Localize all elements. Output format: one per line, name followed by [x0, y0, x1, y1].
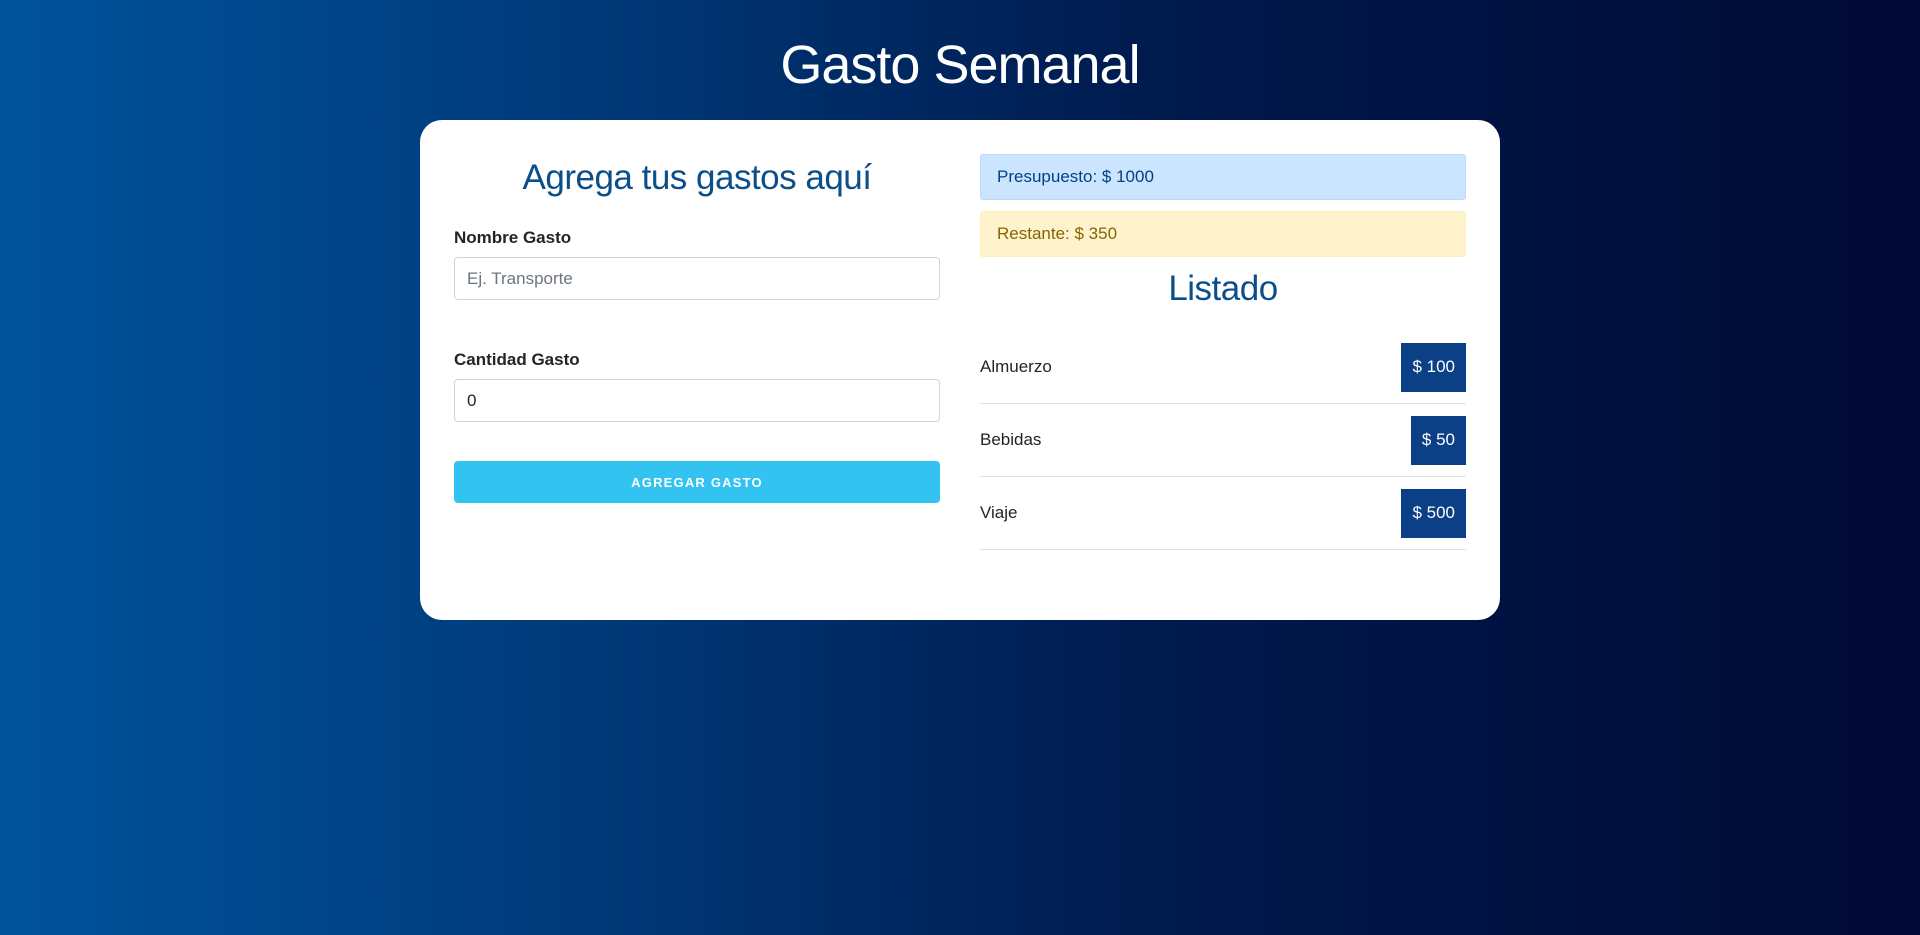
summary-column: Presupuesto: $ 1000 Restante: $ 350 List… — [980, 154, 1466, 620]
expense-item-name: Bebidas — [980, 430, 1042, 449]
list-item: Almuerzo $ 100 — [980, 331, 1466, 404]
budget-amount: $ 1000 — [1101, 167, 1154, 186]
budget-label: Presupuesto: — [997, 167, 1098, 186]
list-item: Bebidas $ 50 — [980, 404, 1466, 477]
list-heading: Listado — [1168, 269, 1278, 308]
remaining-amount: $ 350 — [1074, 224, 1118, 243]
amount-field-group: Cantidad Gasto — [454, 350, 940, 422]
list-item: Viaje $ 500 — [980, 477, 1466, 550]
expense-name-input[interactable] — [454, 257, 940, 300]
expense-form: Agrega tus gastos aquí Nombre Gasto Cant… — [454, 154, 940, 620]
main-card: Agrega tus gastos aquí Nombre Gasto Cant… — [420, 120, 1500, 620]
amount-field-label: Cantidad Gasto — [454, 350, 580, 369]
app-title: Gasto Semanal — [780, 35, 1140, 95]
expense-list: Almuerzo $ 100 Bebidas $ 50 Viaje $ 500 — [980, 331, 1466, 550]
add-expense-button[interactable]: Agregar Gasto — [454, 461, 940, 503]
expense-item-name: Viaje — [980, 503, 1018, 522]
expense-amount-badge: $ 50 — [1410, 415, 1466, 465]
name-field-group: Nombre Gasto — [454, 228, 940, 300]
expense-amount-badge: $ 500 — [1401, 488, 1466, 538]
budget-alert: Presupuesto: $ 1000 — [980, 154, 1466, 200]
remaining-label: Restante: — [997, 224, 1070, 243]
expense-item-name: Almuerzo — [980, 357, 1052, 376]
remaining-alert: Restante: $ 350 — [980, 211, 1466, 257]
expense-amount-input[interactable] — [454, 379, 940, 422]
form-heading: Agrega tus gastos aquí — [522, 158, 872, 197]
expense-amount-badge: $ 100 — [1401, 342, 1466, 392]
name-field-label: Nombre Gasto — [454, 228, 572, 247]
